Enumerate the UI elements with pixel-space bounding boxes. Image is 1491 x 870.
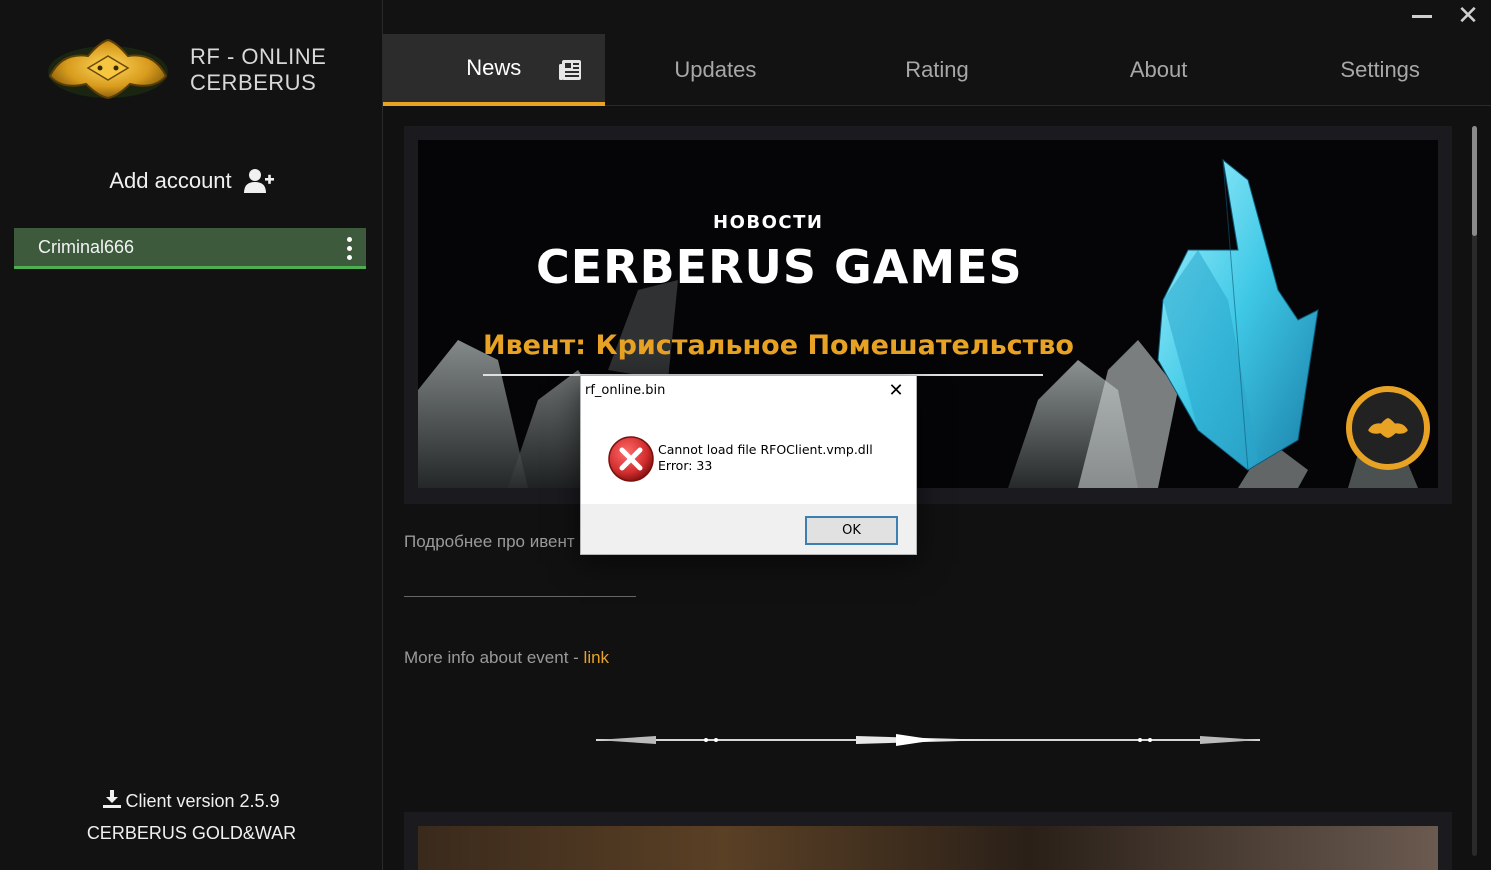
dialog-body: Cannot load file RFOClient.vmp.dll Error… (581, 407, 916, 504)
tab-rating[interactable]: Rating (826, 34, 1048, 106)
news-banner: НОВОСТИ CERBERUS GAMES Ивент: Кристально… (418, 140, 1438, 488)
account-name: Criminal666 (38, 236, 135, 257)
dialog-message-line-2: Error: 33 (658, 458, 713, 473)
news-banner-frame: НОВОСТИ CERBERUS GAMES Ивент: Кристально… (404, 126, 1452, 504)
kebab-menu-icon[interactable] (347, 237, 352, 260)
tab-settings[interactable]: Settings (1269, 34, 1491, 106)
tab-bar: News Updates Rating About Settings (383, 34, 1491, 106)
close-window-button[interactable]: ✕ (1445, 0, 1491, 32)
close-icon: ✕ (1457, 1, 1479, 31)
add-account-button[interactable]: Add account (0, 168, 383, 194)
account-item[interactable]: Criminal666 (14, 228, 366, 269)
dialog-title: rf_online.bin (585, 383, 666, 398)
close-icon: ✕ (888, 380, 904, 401)
client-version-label: Client version 2.5.9 (125, 791, 280, 811)
dialog-title-bar: rf_online.bin ✕ (581, 376, 916, 407)
more-info-ru: Подробнее про ивент (404, 532, 575, 551)
news-content: НОВОСТИ CERBERUS GAMES Ивент: Кристально… (384, 106, 1491, 870)
client-version: Client version 2.5.9 (0, 790, 383, 812)
dialog-message-line-1: Cannot load file RFOClient.vmp.dll (658, 442, 873, 457)
error-icon (608, 436, 654, 482)
dialog-close-button[interactable]: ✕ (882, 379, 910, 403)
error-dialog: rf_online.bin ✕ Cannot load file RFOClie… (580, 375, 917, 555)
minimize-icon (1412, 14, 1432, 18)
download-icon (103, 790, 122, 808)
brand-line-2: CERBERUS (190, 70, 317, 95)
add-account-label: Add account (109, 168, 232, 193)
tab-news-label: News (466, 55, 522, 80)
more-info-en-text: More info about event - (404, 648, 584, 667)
sidebar: RF - ONLINE CERBERUS Add account Crimina… (0, 0, 383, 870)
tab-updates[interactable]: Updates (605, 34, 827, 106)
brand-line-1: RF - ONLINE (190, 44, 327, 69)
banner-event-title: Ивент: Кристальное Помешательство (483, 330, 1074, 361)
tab-about[interactable]: About (1048, 34, 1270, 106)
cerberus-badge-icon (1346, 386, 1430, 470)
brand-title: RF - ONLINE CERBERUS (190, 44, 326, 96)
ornamental-divider (596, 734, 1260, 746)
news-banner-2-frame (404, 812, 1452, 870)
tab-rating-label: Rating (905, 57, 969, 82)
news-banner-2 (418, 826, 1438, 870)
add-user-icon (243, 169, 274, 193)
ok-button[interactable]: OK (805, 516, 898, 545)
window-controls: ✕ (1399, 0, 1491, 32)
tab-settings-label: Settings (1340, 57, 1420, 82)
tab-news[interactable]: News (383, 34, 605, 106)
banner-title: CERBERUS GAMES (536, 240, 1023, 294)
banner-small-title: НОВОСТИ (713, 212, 824, 233)
dialog-message: Cannot load file RFOClient.vmp.dll Error… (658, 442, 873, 474)
tab-about-label: About (1129, 57, 1188, 82)
scrollbar-thumb[interactable] (1472, 126, 1477, 236)
newspaper-icon (558, 60, 581, 80)
minimize-button[interactable] (1399, 0, 1445, 32)
more-info-en: More info about event - link (404, 648, 609, 668)
event-link[interactable]: link (584, 648, 610, 667)
content-scrollbar[interactable] (1472, 126, 1477, 856)
crystal-art (418, 158, 1418, 488)
cerberus-logo (48, 38, 168, 100)
client-brand: CERBERUS GOLD&WAR (86, 823, 297, 843)
section-underline (404, 596, 636, 597)
tab-updates-label: Updates (674, 57, 757, 82)
